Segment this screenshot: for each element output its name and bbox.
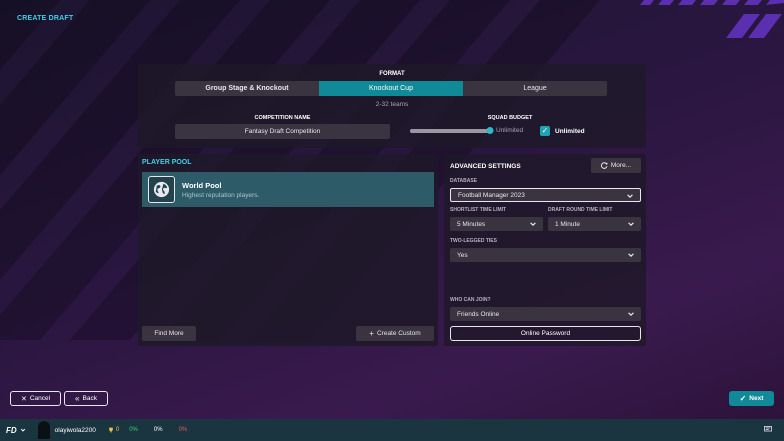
next-label: Next <box>749 395 764 402</box>
database-label: DATABASE <box>450 178 478 184</box>
pool-item-description: Highest reputation players. <box>182 191 260 199</box>
close-icon: ✕ <box>20 395 27 403</box>
tab-knockout-cup[interactable]: Knockout Cup <box>319 81 463 96</box>
squad-budget-slider[interactable] <box>410 127 494 134</box>
competition-name-input[interactable]: Fantasy Draft Competition <box>175 124 390 139</box>
trophy-count-value: 0 <box>115 427 120 433</box>
corner-stripes <box>640 0 784 38</box>
find-more-button[interactable]: Find More <box>142 326 196 341</box>
database-select[interactable]: Football Manager 2023 <box>450 188 641 202</box>
plus-icon: + <box>369 329 374 338</box>
draft-round-time-label: DRAFT ROUND TIME LIMIT <box>548 207 613 213</box>
fd-logo: FD <box>6 425 17 435</box>
who-can-join-value: Friends Online <box>457 310 500 318</box>
tab-league[interactable]: League <box>463 81 607 96</box>
player-pool-title: PLAYER POOL <box>142 159 192 166</box>
stat-red: 0% <box>178 427 188 433</box>
chevron-down-icon <box>627 194 633 199</box>
teams-range: 2-32 teams <box>375 101 409 108</box>
shortlist-time-value: 5 Minutes <box>457 220 486 228</box>
stat-white: 0% <box>153 427 163 433</box>
checkmark-icon: ✓ <box>541 126 549 135</box>
chevron-down-icon <box>530 222 536 227</box>
avatar[interactable] <box>37 421 50 439</box>
chevron-down-icon <box>20 428 25 432</box>
shortlist-time-select[interactable]: 5 Minutes <box>450 217 543 231</box>
unlimited-checkbox-label: Unlimited <box>555 128 585 135</box>
chevron-down-icon <box>628 222 634 227</box>
cancel-label: Cancel <box>29 395 51 402</box>
globe-icon <box>148 176 175 203</box>
slider-value: Unlimited <box>496 127 524 134</box>
draft-round-time-value: 1 Minute <box>555 220 580 228</box>
shortlist-time-label: SHORTLIST TIME LIMIT <box>450 207 507 213</box>
player-pool-panel: PLAYER POOL World Pool Highest reputatio… <box>138 154 438 346</box>
competition-name-label: COMPETITION NAME <box>254 115 311 121</box>
back-label: Back <box>82 395 97 402</box>
draft-round-time-select[interactable]: 1 Minute <box>548 217 641 231</box>
create-custom-button[interactable]: + Create Custom <box>356 326 434 341</box>
slider-fill <box>410 129 490 133</box>
back-button[interactable]: « Back <box>64 391 108 406</box>
who-can-join-select[interactable]: Friends Online <box>450 307 641 321</box>
trophy-count: 0 <box>108 427 119 433</box>
checkmark-icon: ✓ <box>739 394 747 403</box>
advanced-settings-title: ADVANCED SETTINGS <box>450 163 521 170</box>
create-custom-label: Create Custom <box>376 330 421 337</box>
format-panel: FORMAT Group Stage & Knockout Knockout C… <box>138 64 646 148</box>
double-chevron-left-icon: « <box>75 394 80 403</box>
stat-green: 0% <box>129 427 138 433</box>
format-label: FORMAT <box>379 71 405 77</box>
two-legged-ties-value: Yes <box>457 251 468 259</box>
refresh-icon <box>600 162 608 169</box>
unlimited-checkbox[interactable]: ✓ <box>540 126 550 136</box>
slider-thumb[interactable] <box>486 127 494 134</box>
chevron-down-icon <box>628 312 634 317</box>
advanced-settings-panel: ADVANCED SETTINGS More... DATABASE Footb… <box>444 154 646 346</box>
next-button[interactable]: ✓ Next <box>729 391 774 406</box>
tab-group-stage-knockout[interactable]: Group Stage & Knockout <box>175 81 319 96</box>
squad-budget-label: SQUAD BUDGET <box>487 115 533 121</box>
database-value: Football Manager 2023 <box>458 191 525 199</box>
chevron-down-icon <box>628 253 634 258</box>
fd-menu-button[interactable]: FD <box>6 426 26 435</box>
trophy-icon <box>109 427 113 433</box>
cancel-button[interactable]: ✕ Cancel <box>10 391 61 406</box>
username: olayiwola2200 <box>54 426 96 434</box>
two-legged-ties-label: TWO-LEGGED TIES <box>450 238 497 244</box>
page-title: CREATE DRAFT <box>17 15 74 22</box>
two-legged-ties-select[interactable]: Yes <box>450 248 641 262</box>
status-bar: FD olayiwola2200 0 0% 0% 0% <box>0 419 784 441</box>
more-label: More... <box>610 162 632 169</box>
chat-icon[interactable] <box>764 426 772 433</box>
pool-item-name: World Pool <box>182 180 222 190</box>
format-tabs: Group Stage & Knockout Knockout Cup Leag… <box>175 81 607 96</box>
online-password-button[interactable]: Online Password <box>450 326 641 341</box>
who-can-join-label: WHO CAN JOIN? <box>450 297 491 303</box>
more-button[interactable]: More... <box>591 158 641 173</box>
pool-item-world-pool[interactable]: World Pool Highest reputation players. <box>142 172 434 207</box>
